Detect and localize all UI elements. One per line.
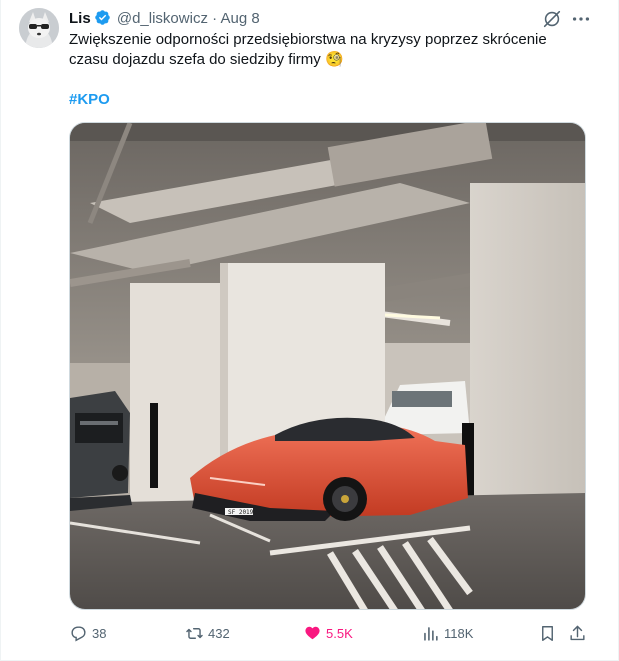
bookmark-button[interactable] bbox=[538, 622, 561, 644]
reply-count: 38 bbox=[92, 625, 107, 641]
tweet-date[interactable]: Aug 8 bbox=[220, 10, 259, 27]
heart-icon bbox=[305, 626, 320, 639]
share-icon bbox=[570, 625, 585, 640]
reply-button[interactable]: 38 bbox=[69, 622, 106, 644]
like-button[interactable]: 5.5K bbox=[303, 622, 353, 644]
author-name[interactable]: Lis bbox=[69, 10, 91, 27]
face-with-monocle-emoji: 🧐 bbox=[324, 51, 344, 68]
repost-count: 432 bbox=[208, 625, 230, 641]
more-icon[interactable] bbox=[570, 8, 592, 30]
separator-dot: · bbox=[212, 10, 218, 27]
avatar-image bbox=[19, 8, 59, 48]
tweet-card[interactable]: Lis @d_liskowicz · Aug 8 Zwiększenie odp… bbox=[0, 0, 619, 661]
repost-button[interactable]: 432 bbox=[185, 622, 230, 644]
like-count: 5.5K bbox=[326, 625, 353, 641]
bookmark-icon bbox=[542, 625, 553, 641]
author-handle[interactable]: @d_liskowicz bbox=[117, 10, 208, 27]
tweet-text-line: Zwiększenie odporności przedsiębiorstwa … bbox=[69, 31, 547, 48]
hashtag-link[interactable]: #KPO bbox=[69, 90, 110, 110]
tweet-text: Zwiększenie odporności przedsiębiorstwa … bbox=[69, 30, 569, 70]
verified-badge-icon bbox=[94, 9, 111, 32]
views-button[interactable]: 118K bbox=[421, 622, 473, 644]
reply-icon bbox=[71, 625, 86, 642]
avatar[interactable] bbox=[19, 8, 59, 48]
grok-icon[interactable] bbox=[541, 8, 563, 30]
tweet-photo[interactable]: SF 2019 bbox=[69, 122, 586, 610]
parking-garage-photo: SF 2019 bbox=[70, 123, 585, 609]
tweet-text-line: czasu dojazdu szefa do siedziby firmy bbox=[69, 51, 321, 68]
action-bar: 38 432 5.5K 118K bbox=[69, 622, 589, 644]
views-icon bbox=[424, 626, 438, 641]
license-plate: SF 2019 bbox=[228, 509, 254, 516]
repost-icon bbox=[186, 627, 203, 639]
tweet-header: Lis @d_liskowicz · Aug 8 bbox=[69, 9, 260, 32]
view-count: 118K bbox=[444, 625, 474, 641]
share-button[interactable] bbox=[568, 622, 591, 644]
